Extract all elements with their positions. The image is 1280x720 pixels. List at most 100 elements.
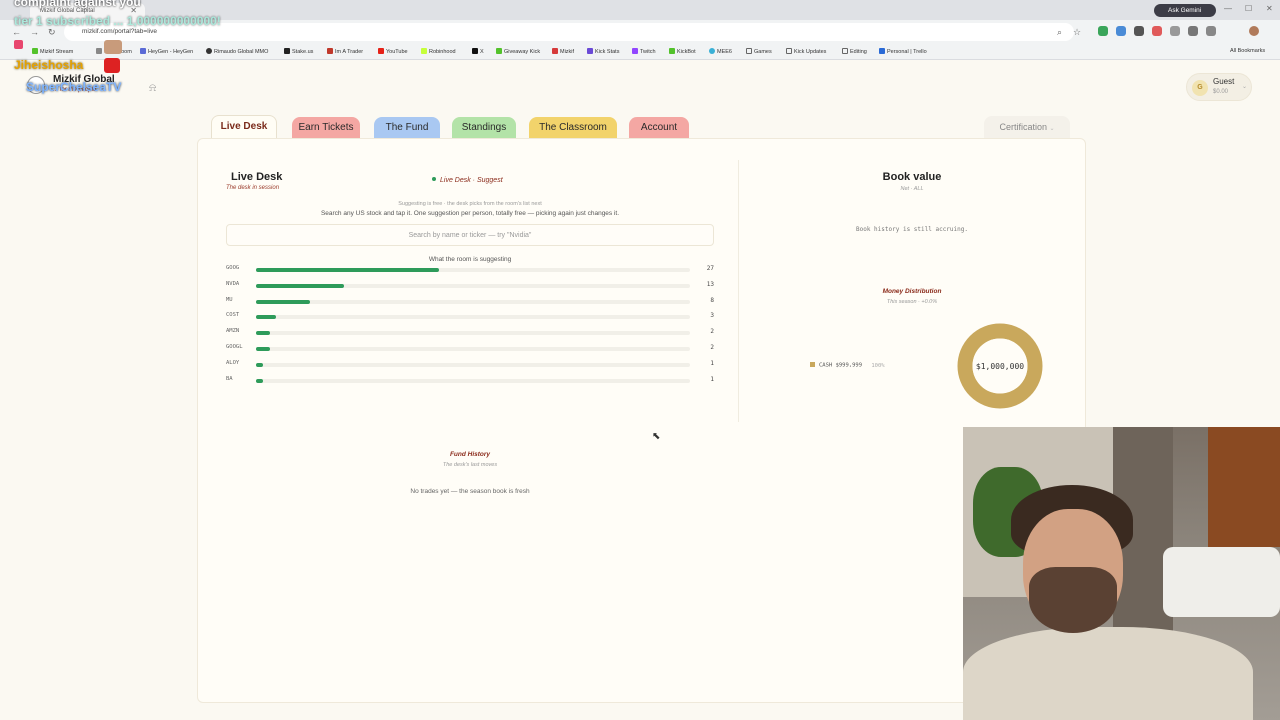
suggest-instructions: Search any US stock and tap it. One sugg… [320,210,620,217]
suggestion-row: NVDA 13 [226,281,714,291]
chevron-down-icon: ⌄ [1242,84,1248,90]
suggestion-row: MU 8 [226,297,714,307]
bookmark-item[interactable]: YouTube [378,48,408,55]
suggestion-bar-track [256,299,690,304]
suggestion-row: GOOG 27 [226,265,714,275]
back-icon[interactable]: ← [12,27,21,37]
tab-label: The Fund [385,122,429,133]
fund-history-subtitle: The desk's last moves [442,462,498,468]
bookmark-item[interactable]: Giveaway Kick [496,48,540,55]
puzzle-icon[interactable] [1206,26,1216,36]
maximize-icon[interactable]: ☐ [1245,4,1252,13]
fund-history-empty: No trades yet — the season book is fresh [410,488,530,495]
book-value-title: Book value [882,171,942,183]
bookmark-folder[interactable]: Editing [842,48,867,55]
tab-standings[interactable]: Standings [452,117,516,139]
stock-search-input[interactable]: Search by name or ticker — try "Nvidia" [226,224,714,246]
suggestion-row: BA 1 [226,376,714,386]
suggestion-bar [256,347,270,351]
bookmark-folder[interactable]: Games [746,48,772,55]
bookmarks-bar: Mizkif Stream No... Room HeyGen - HeyGen… [0,44,1280,60]
star-icon[interactable]: ☆ [1073,27,1081,38]
suggestion-bar [256,315,277,320]
profile-avatar[interactable] [1249,26,1259,36]
suggestion-ticker: BA [226,375,233,382]
suggestion-bar [256,268,440,272]
bookmark-item[interactable]: KickBot [669,48,696,55]
money-distribution-title: Money Distribution [882,288,942,295]
tab-live-desk[interactable]: Live Desk [211,115,277,139]
legend-percent: 100% [871,362,885,369]
webcam-person-beard [1029,567,1117,633]
suggestion-count: 2 [710,328,714,336]
live-dot-icon [432,177,436,181]
book-value-subtitle: Net · ALL [900,186,924,192]
search-icon[interactable]: ⌕ [1057,27,1062,38]
bookmark-item[interactable]: X [472,48,484,55]
bookmark-item[interactable]: Rimaudo Global MMO [206,48,268,55]
suggestion-bar [256,378,263,383]
reload-icon[interactable]: ↻ [48,27,56,38]
distribution-legend: CASH $999,999 100% [810,362,885,369]
tab-the-fund[interactable]: The Fund [374,117,440,139]
suggestion-bar [256,362,263,367]
extension-icon[interactable] [1116,26,1126,36]
all-bookmarks[interactable]: All Bookmarks [1230,48,1265,54]
stream-overlay-text: complaint against you [14,0,141,9]
suggestion-bar-track [256,378,690,383]
webcam-person-body [963,627,1253,720]
bookmark-item[interactable]: Mizkif [552,48,574,55]
extension-icon[interactable] [1098,26,1108,36]
tab-account[interactable]: Account [629,117,689,139]
stream-username: Jiheishosha [14,58,84,72]
main-panel [197,138,1086,703]
stream-alert-text: tier 1 subscribed ... 1,000000000000! [14,14,221,28]
suggestion-bar [256,299,311,304]
suggestion-count: 13 [706,280,714,288]
stream-sticker-icon [104,40,122,54]
legend-value: $999,999 [835,362,863,369]
bookmark-item[interactable]: Mizkif Stream [32,48,73,55]
extension-icon[interactable] [1134,26,1144,36]
certification-label: Certification [999,122,1047,132]
suggestion-bar-track [256,315,690,320]
stream-username: SuperChelseaTV [26,80,122,94]
suggestion-bar-track [256,347,690,351]
minimize-icon[interactable]: — [1224,4,1232,13]
webcam-art [1208,427,1280,547]
tab-earn-tickets[interactable]: Earn Tickets [292,117,360,139]
suggestion-count: 3 [710,312,714,320]
tab-the-classroom[interactable]: The Classroom [529,117,617,139]
suggestion-bar-track [256,362,690,367]
bookmark-item[interactable]: Im A Trader [327,48,363,55]
avatar: G [1192,80,1208,96]
bookmark-item[interactable]: Personal | Trello [879,48,927,55]
tab-label: The Classroom [539,122,607,133]
extension-icon[interactable] [1152,26,1162,36]
user-menu[interactable]: G Guest $0.00 ⌄ [1186,73,1252,101]
bookmark-item[interactable]: Kick Stats [587,48,619,55]
live-status: Live Desk · Suggest [432,177,503,184]
bookmark-item[interactable]: MEE6 [709,48,732,55]
bookmark-item[interactable]: Robinhood [421,48,456,55]
extension-icon[interactable] [1170,26,1180,36]
chevron-down-icon: ⌄ [1049,126,1055,132]
forward-icon[interactable]: → [30,27,39,37]
legend-label: CASH [819,362,833,369]
money-distribution-subtitle: This season · +0.0% [886,299,938,305]
ask-gemini-button[interactable]: Ask Gemini [1154,4,1216,17]
bookmark-item[interactable]: Twitch [632,48,656,55]
suggestion-bar-track [256,268,690,272]
extension-icon[interactable] [1188,26,1198,36]
bell-icon[interactable]: ⍾ [149,82,156,95]
webcam-overlay [963,427,1280,720]
legend-swatch [810,362,815,367]
bookmark-item[interactable]: Stake.us [284,48,313,55]
suggestion-ticker: ALOY [226,359,240,366]
close-window-icon[interactable]: ✕ [1266,4,1273,13]
bookmark-folder[interactable]: Kick Updates [786,48,826,55]
tab-label: Earn Tickets [298,122,354,133]
bookmark-item[interactable]: HeyGen - HeyGen [140,48,193,55]
certification-tab[interactable]: Certification ⌄ [984,116,1070,138]
suggestion-ticker: NVDA [226,280,240,287]
